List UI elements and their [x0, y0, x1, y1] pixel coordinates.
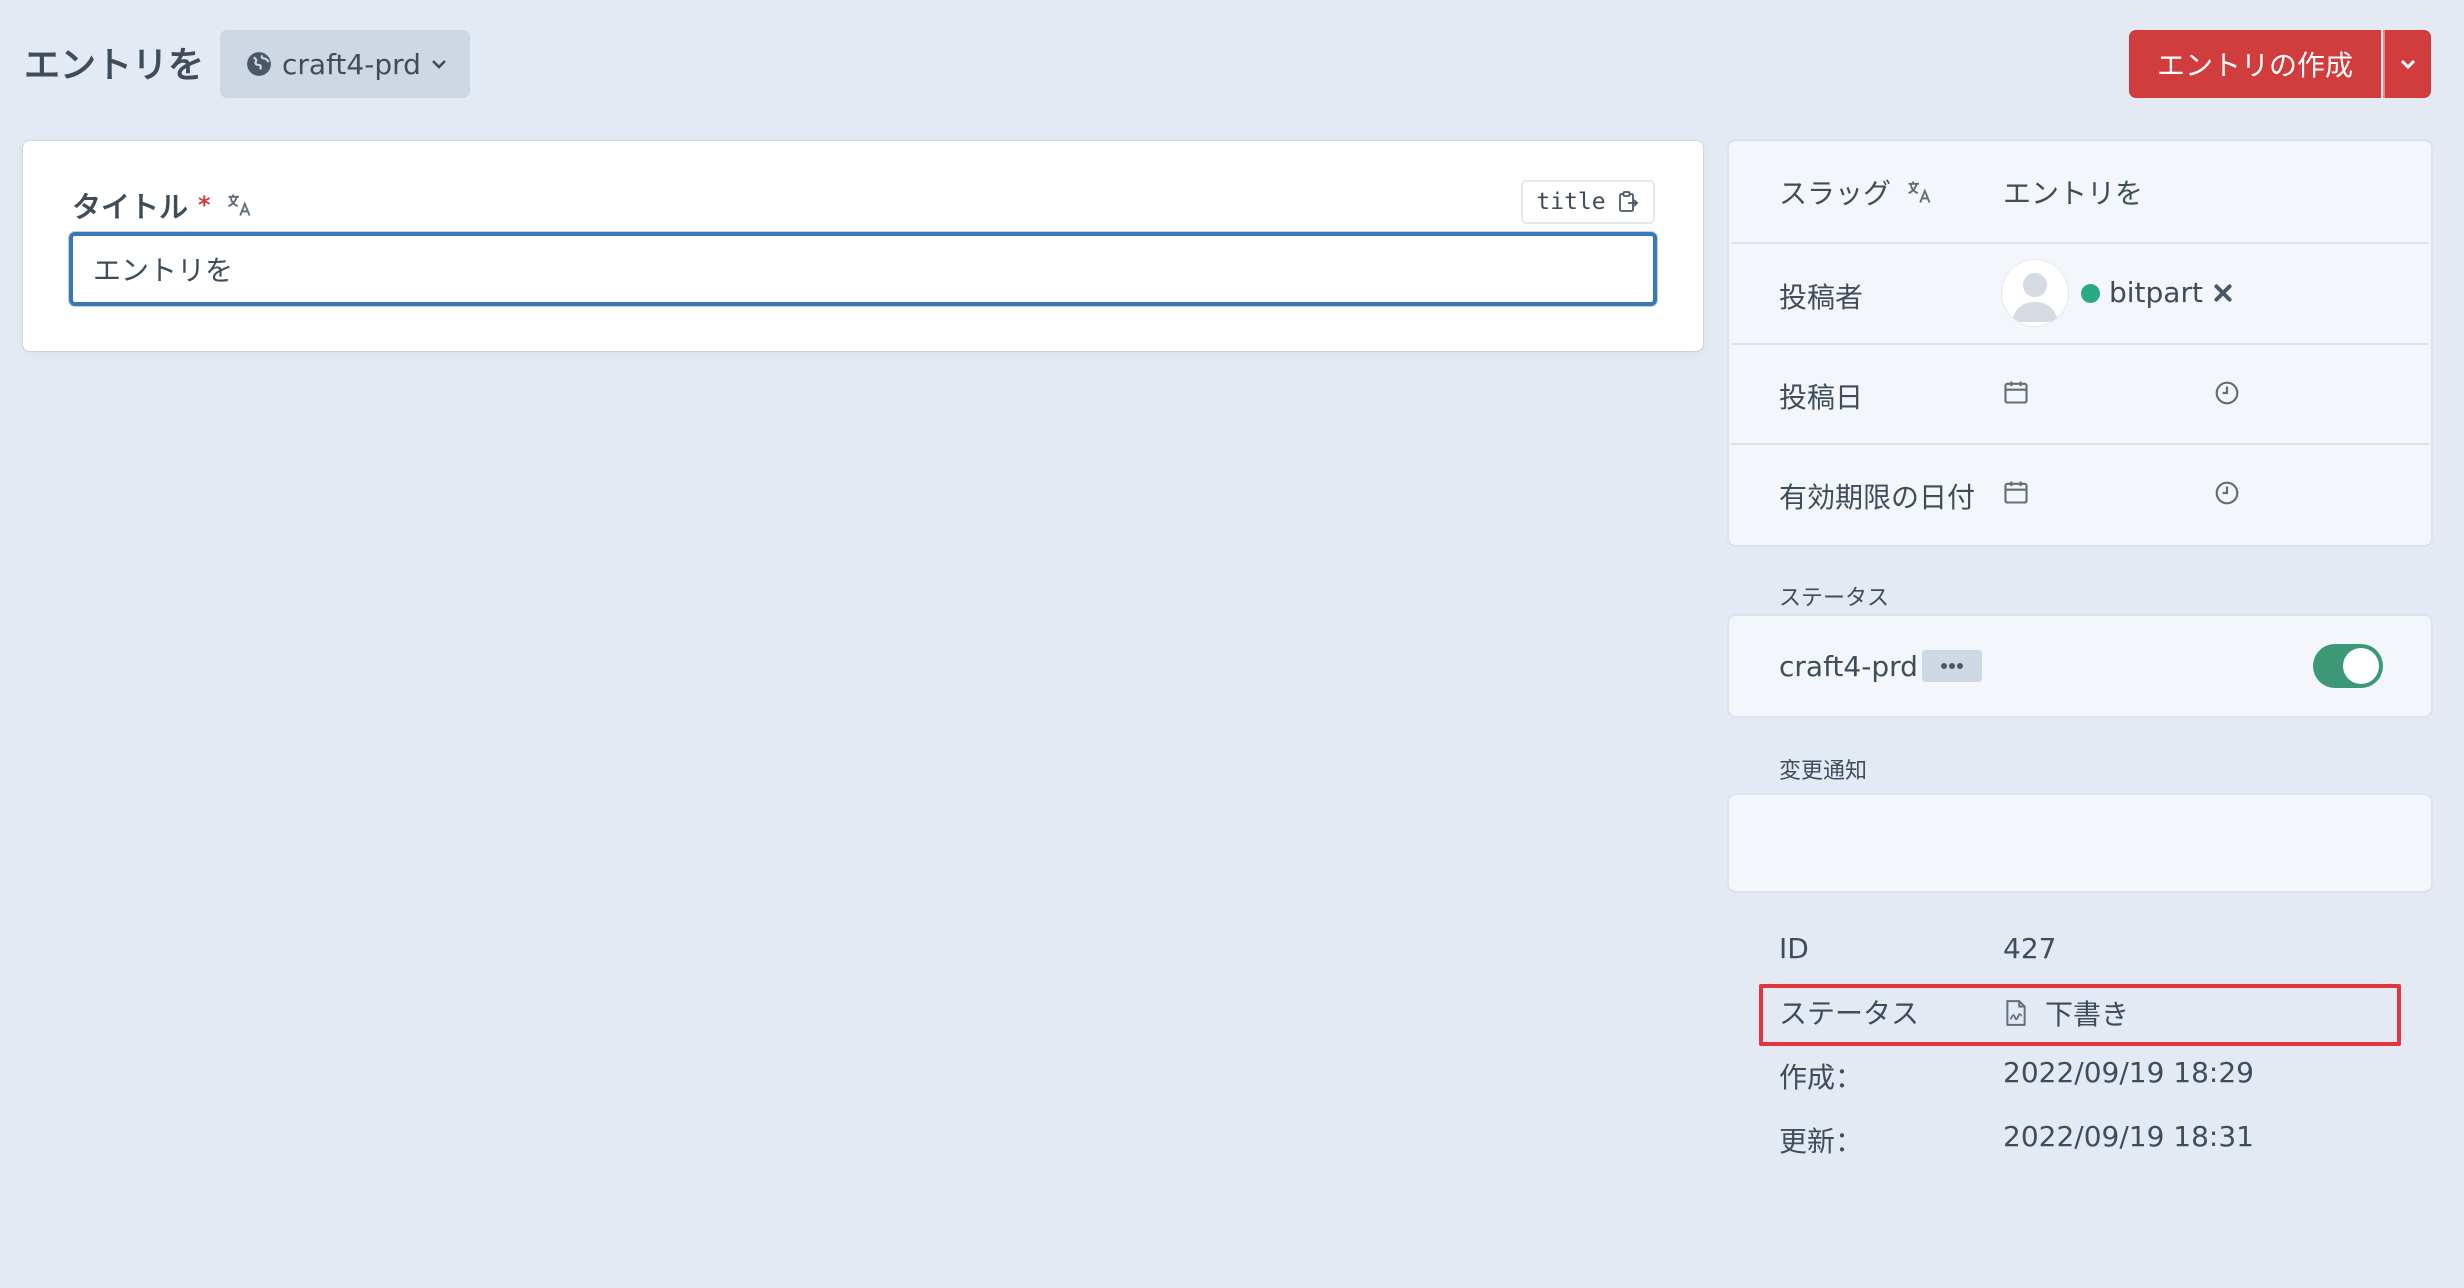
status-section-heading: ステータス: [1779, 586, 1890, 611]
author-name[interactable]: bitpart: [2109, 276, 2203, 309]
field-handle-text: title: [1536, 189, 1606, 215]
required-indicator: *: [198, 191, 211, 219]
clock-icon[interactable]: [2214, 480, 2240, 506]
create-entry-menu-button[interactable]: [2383, 30, 2431, 98]
status-value-text: 下書き: [2045, 998, 2130, 1031]
calendar-icon[interactable]: [2002, 378, 2030, 406]
expiry-date-label: 有効期限の日付: [1779, 481, 1976, 514]
id-value: 427: [2003, 932, 2057, 965]
globe-icon: [247, 52, 271, 76]
clock-icon[interactable]: [2214, 380, 2240, 406]
notification-section-heading: 変更通知: [1779, 759, 1868, 784]
draft-icon: [2006, 1000, 2026, 1026]
slug-label: スラッグ: [1779, 172, 1933, 212]
clipboard-icon: [1618, 191, 1638, 212]
meta-divider: [1731, 443, 2429, 445]
translate-icon: [227, 194, 250, 216]
slug-label-text: スラッグ: [1779, 177, 1892, 210]
translate-icon: [1908, 181, 1931, 203]
ellipsis-icon: [1941, 663, 1963, 669]
calendar-icon[interactable]: [2002, 478, 2030, 506]
site-status-name: craft4-prd: [1779, 650, 1918, 683]
title-input[interactable]: エントリを: [69, 232, 1657, 306]
created-value: 2022/09/19 18:29: [2003, 1056, 2254, 1089]
title-field-label: タイトル *: [72, 184, 253, 226]
site-enabled-toggle[interactable]: [2313, 644, 2383, 688]
chevron-down-icon: [2400, 59, 2416, 70]
entry-editor-page: エントリを craft4-prd エントリの作成 タイトル * title エン…: [0, 0, 2464, 1288]
updated-label: 更新：: [1779, 1125, 1864, 1158]
updated-value: 2022/09/19 18:31: [2003, 1120, 2254, 1153]
remove-author-icon[interactable]: [2212, 282, 2234, 304]
created-label: 作成：: [1779, 1061, 1864, 1094]
user-status-dot: [2081, 284, 2100, 303]
field-handle-copy-button[interactable]: title: [1521, 180, 1655, 224]
site-selector-button[interactable]: craft4-prd: [220, 30, 470, 98]
site-options-button[interactable]: [1922, 650, 1982, 682]
toggle-knob: [2343, 648, 2379, 684]
status-label: ステータス: [1779, 997, 1920, 1030]
page-title: エントリを: [24, 45, 205, 86]
id-label: ID: [1779, 932, 1809, 965]
meta-divider: [1731, 242, 2429, 244]
post-date-label: 投稿日: [1779, 381, 1864, 414]
title-label-text: タイトル: [72, 190, 189, 224]
author-label: 投稿者: [1779, 281, 1864, 314]
meta-divider: [1731, 343, 2429, 345]
site-selector-label: craft4-prd: [282, 47, 421, 81]
create-entry-button[interactable]: エントリの作成: [2129, 30, 2381, 98]
slug-input[interactable]: エントリを: [2003, 172, 2143, 212]
chevron-down-icon: [431, 60, 446, 69]
notification-field[interactable]: [1729, 795, 2431, 891]
status-value: 下書き: [2003, 993, 2129, 1033]
avatar: [2002, 260, 2068, 326]
title-input-value: エントリを: [93, 254, 234, 287]
